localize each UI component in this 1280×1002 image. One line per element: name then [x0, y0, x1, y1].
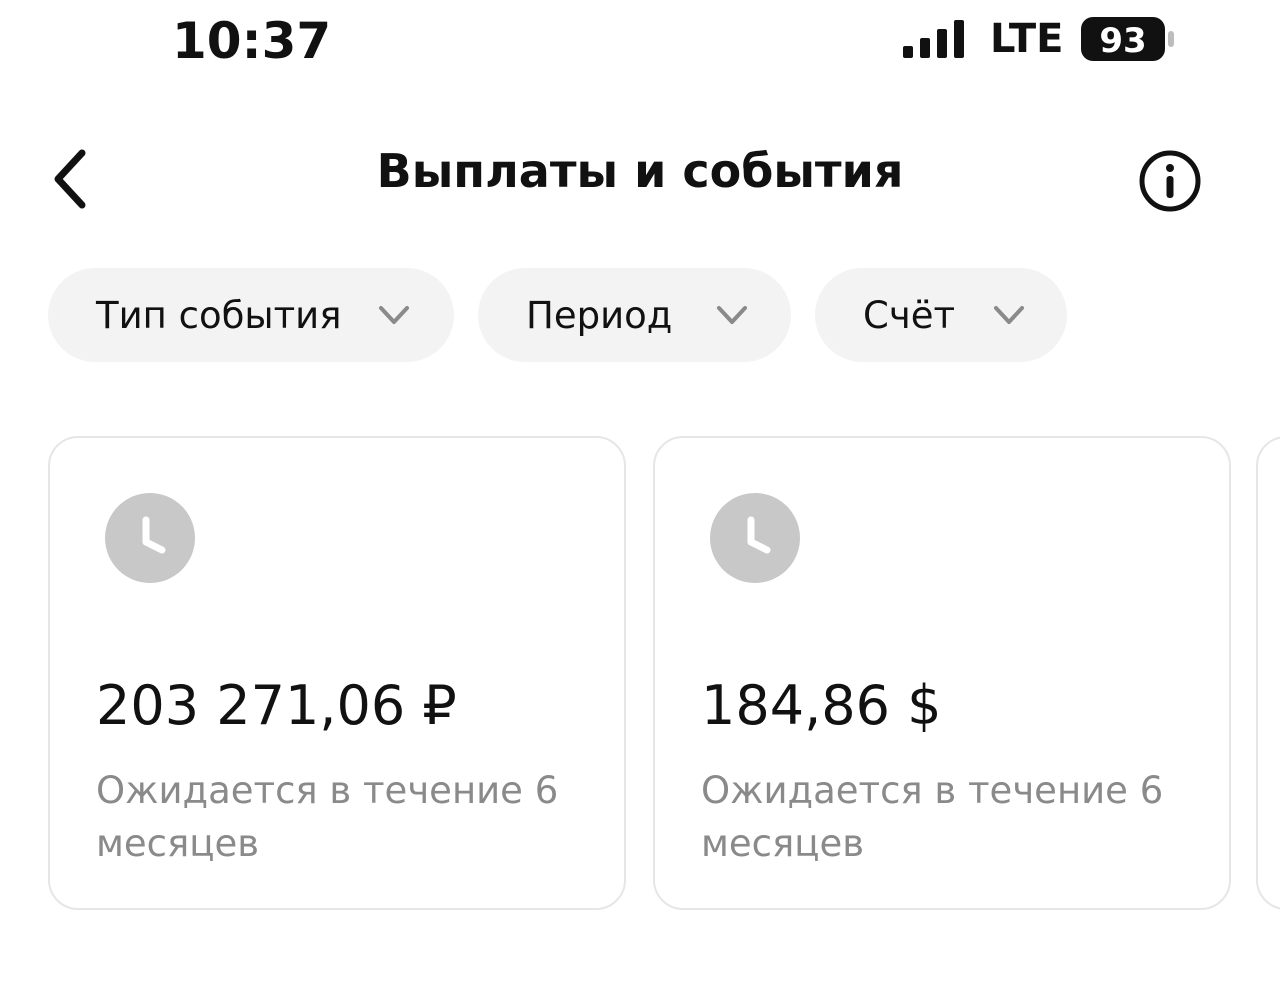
payout-card-next[interactable]: [1256, 436, 1280, 910]
filter-event-type-label: Тип события: [96, 293, 342, 337]
payout-amount: 184,86 $: [701, 674, 942, 737]
battery-icon: 93: [1081, 17, 1174, 61]
chevron-down-icon: [717, 306, 747, 324]
filter-period[interactable]: Период: [478, 268, 791, 362]
payout-expected-note: Ожидается в течение 6 месяцев: [96, 769, 559, 865]
payout-amount: 203 271,06 ₽: [96, 674, 457, 737]
signal-strength-icon: [903, 20, 964, 58]
clock-icon: [710, 493, 800, 583]
info-icon[interactable]: [1138, 149, 1202, 213]
filter-account-label: Счёт: [863, 293, 956, 337]
page-title: Выплаты и события: [376, 144, 904, 198]
chevron-down-icon: [379, 306, 409, 324]
filter-period-label: Период: [526, 293, 673, 337]
network-type: LTE: [990, 16, 1064, 62]
status-time: 10:37: [172, 12, 332, 70]
chevron-down-icon: [994, 306, 1024, 324]
screen: 10:37 LTE 93 Выплаты и события Тип событ…: [0, 0, 1280, 1002]
filter-account[interactable]: Счёт: [815, 268, 1067, 362]
filter-event-type[interactable]: Тип события: [48, 268, 454, 362]
payout-expected-note: Ожидается в течение 6 месяцев: [701, 769, 1164, 865]
clock-icon: [105, 493, 195, 583]
payout-card-rub[interactable]: 203 271,06 ₽ Ожидается в течение 6 месяц…: [48, 436, 626, 910]
payout-card-usd[interactable]: 184,86 $ Ожидается в течение 6 месяцев: [653, 436, 1231, 910]
battery-level: 93: [1099, 21, 1146, 61]
